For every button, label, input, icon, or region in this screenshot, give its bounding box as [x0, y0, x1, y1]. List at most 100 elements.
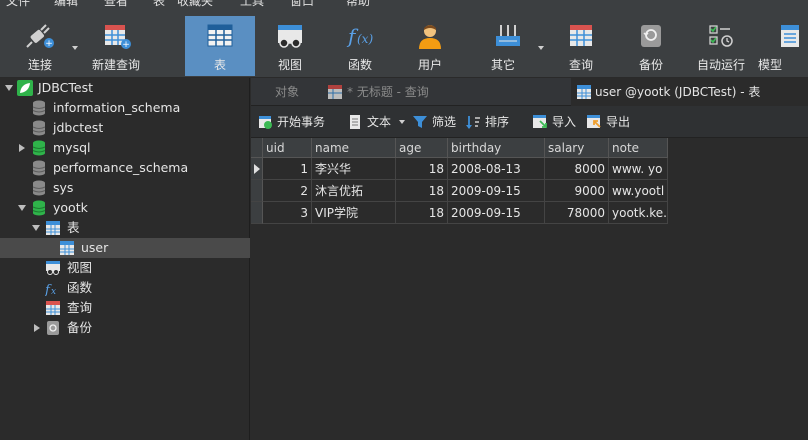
menu-favorites[interactable]: 收藏夹 — [177, 0, 213, 8]
main-toolbar: + 连接 + 新建查询 表 视图 f (x) 函数 用户 其它 查询 备份 自动… — [0, 12, 808, 78]
view-button[interactable]: 视图 — [255, 16, 325, 76]
column-header-name[interactable]: name — [312, 138, 396, 158]
tree-folder-tables[interactable]: 表 — [0, 218, 250, 238]
user-icon — [419, 25, 441, 49]
grid-corner — [251, 138, 263, 158]
column-header-uid[interactable]: uid — [263, 138, 312, 158]
model-button[interactable]: 模型 — [758, 16, 808, 76]
table-cell[interactable]: VIP学院 — [312, 202, 396, 224]
filter-funnel-icon — [413, 116, 427, 128]
text-dropdown-caret[interactable] — [399, 120, 405, 124]
transaction-icon — [259, 116, 272, 129]
text-label: 文本 — [367, 115, 392, 129]
user-button[interactable]: 用户 — [395, 16, 465, 76]
table-cell[interactable]: 9000 — [545, 180, 609, 202]
tree-db-mysql[interactable]: mysql — [0, 138, 250, 158]
tree-label: performance_schema — [53, 160, 189, 175]
database-gray-icon — [32, 180, 46, 196]
menu-file[interactable]: 文件 — [6, 0, 30, 8]
table-cell[interactable]: 78000 — [545, 202, 609, 224]
table-cell[interactable]: 18 — [396, 158, 448, 180]
table-cell[interactable]: 沐言优拓 — [312, 180, 396, 202]
tab-label: 对象 — [274, 85, 299, 99]
table-cell[interactable]: 8000 — [545, 158, 609, 180]
data-grid: uid name age birthday salary note 1 李兴华 … — [251, 138, 808, 440]
table-cell[interactable]: 2009-09-15 — [448, 202, 545, 224]
other-dropdown-caret[interactable] — [538, 46, 544, 50]
import-button[interactable]: 导入 — [532, 113, 582, 131]
tree-connection-jdbctest[interactable]: JDBCTest — [0, 78, 250, 98]
svg-text:+: + — [122, 40, 130, 50]
tree-folder-backups[interactable]: 备份 — [0, 318, 250, 338]
table-folder-icon — [46, 221, 60, 235]
query-icon — [46, 301, 60, 315]
sort-button[interactable]: 排序 — [465, 113, 517, 131]
connect-plug-icon: + — [26, 24, 54, 49]
database-gray-icon — [32, 100, 46, 116]
expand-toggle[interactable] — [32, 225, 40, 231]
connect-button[interactable]: + 连接 — [6, 16, 78, 76]
tree-folder-queries[interactable]: 查询 — [0, 298, 250, 318]
text-button[interactable]: 文本 — [347, 113, 407, 131]
table-cell[interactable]: 李兴华 — [312, 158, 396, 180]
tree-db-yootk[interactable]: yootk — [0, 198, 250, 218]
table-button[interactable]: 表 — [185, 16, 255, 76]
table-cell[interactable]: 18 — [396, 180, 448, 202]
connect-dropdown-caret[interactable] — [72, 46, 78, 50]
tab-objects[interactable]: 对象 — [251, 78, 323, 106]
tree-db-sys[interactable]: sys — [0, 178, 250, 198]
column-header-birthday[interactable]: birthday — [448, 138, 545, 158]
query-label: 查询 — [568, 58, 593, 72]
tree-table-user[interactable]: user — [0, 238, 250, 258]
new-query-button[interactable]: + 新建查询 — [80, 16, 152, 76]
tab-untitled-query[interactable]: * 无标题 - 查询 — [323, 78, 567, 106]
table-cell[interactable]: ww.yootl — [609, 180, 668, 202]
begin-transaction-button[interactable]: 开始事务 — [257, 113, 339, 131]
query-icon — [328, 85, 342, 99]
function-button[interactable]: f (x) 函数 — [325, 16, 395, 76]
table-cell[interactable]: www. yo — [609, 158, 668, 180]
export-button[interactable]: 导出 — [586, 113, 636, 131]
column-header-salary[interactable]: salary — [545, 138, 609, 158]
tree-db-jdbctest[interactable]: jdbctest — [0, 118, 250, 138]
tree-folder-views[interactable]: 视图 — [0, 258, 250, 278]
expand-toggle[interactable] — [19, 144, 25, 152]
expand-toggle[interactable] — [5, 85, 13, 91]
menu-table[interactable]: 表 — [153, 0, 165, 8]
tree-db-information-schema[interactable]: information_schema — [0, 98, 250, 118]
menu-edit[interactable]: 编辑 — [54, 0, 78, 8]
model-label: 模型 — [757, 58, 782, 72]
row-header-current[interactable] — [251, 158, 263, 180]
column-header-note[interactable]: note — [609, 138, 668, 158]
table-cell[interactable]: 3 — [263, 202, 312, 224]
tree-db-performance-schema[interactable]: performance_schema — [0, 158, 250, 178]
menu-view[interactable]: 查看 — [104, 0, 128, 8]
export-icon — [587, 115, 601, 128]
table-cell[interactable]: 2 — [263, 180, 312, 202]
backup-button[interactable]: 备份 — [616, 16, 686, 76]
tree-folder-functions[interactable]: f x 函数 — [0, 278, 250, 298]
query-button[interactable]: 查询 — [546, 16, 616, 76]
table-cell[interactable]: 18 — [396, 202, 448, 224]
menu-tools[interactable]: 工具 — [240, 0, 264, 8]
table-cell[interactable]: yootk.ke. — [609, 202, 668, 224]
row-header[interactable] — [251, 202, 263, 224]
column-header-age[interactable]: age — [396, 138, 448, 158]
menu-bar: 文件 编辑 查看 表 收藏夹 工具 窗口 帮助 — [0, 0, 808, 12]
database-gray-icon — [32, 120, 46, 136]
menu-window[interactable]: 窗口 — [290, 0, 314, 8]
table-cell[interactable]: 2009-09-15 — [448, 180, 545, 202]
expand-toggle[interactable] — [34, 324, 40, 332]
table-icon — [60, 241, 74, 255]
other-button[interactable]: 其它 — [468, 16, 548, 76]
table-cell[interactable]: 2008-08-13 — [448, 158, 545, 180]
row-header[interactable] — [251, 180, 263, 202]
table-cell[interactable]: 1 — [263, 158, 312, 180]
tab-user-table[interactable]: user @yootk (JDBCTest) - 表 — [571, 78, 808, 106]
function-fx-icon: f x — [45, 283, 56, 296]
query-icon — [570, 25, 592, 46]
expand-toggle[interactable] — [18, 205, 26, 211]
filter-button[interactable]: 筛选 — [412, 113, 462, 131]
menu-help[interactable]: 帮助 — [346, 0, 370, 8]
grid-toolbar: 开始事务 文本 筛选 排序 导入 导出 — [251, 106, 808, 138]
